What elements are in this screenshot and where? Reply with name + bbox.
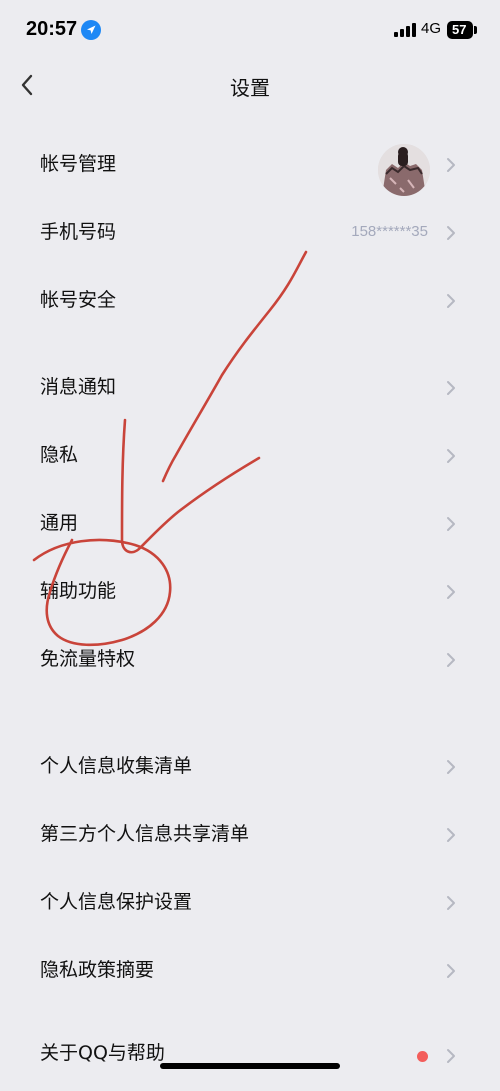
chevron-right-icon <box>447 517 455 531</box>
settings-group-account: 帐号管理 手机号码 158******35 帐号安全 <box>0 130 500 334</box>
chevron-right-icon <box>447 449 455 463</box>
status-time: 20:57 <box>26 18 78 40</box>
location-arrow-icon <box>81 20 101 40</box>
settings-group-general: 消息通知 隐私 通用 辅助功能 免流量特权 <box>0 353 500 693</box>
row-label: 第三方个人信息共享清单 <box>40 823 250 845</box>
row-accessibility[interactable]: 辅助功能 <box>0 557 500 625</box>
battery-cap <box>474 26 477 34</box>
phone-number-value: 158******35 <box>351 223 428 240</box>
network-type: 4G <box>421 20 442 37</box>
row-third-party-sharing[interactable]: 第三方个人信息共享清单 <box>0 800 500 868</box>
chevron-right-icon <box>447 896 455 910</box>
row-privacy[interactable]: 隐私 <box>0 421 500 489</box>
nav-bar: 设置 <box>0 60 500 110</box>
status-bar: 20:57 4G 57 <box>0 0 500 60</box>
chevron-right-icon <box>447 760 455 774</box>
row-label: 辅助功能 <box>40 580 117 602</box>
row-label: 个人信息保护设置 <box>40 891 193 913</box>
row-label: 隐私 <box>40 444 79 466</box>
battery-indicator: 57 <box>447 21 473 39</box>
row-phone-number[interactable]: 手机号码 158******35 <box>0 198 500 266</box>
settings-group-about: 关于QQ与帮助 <box>0 1023 500 1091</box>
settings-group-personal-info: 个人信息收集清单 第三方个人信息共享清单 个人信息保护设置 隐私政策摘要 <box>0 732 500 1004</box>
row-personal-info-list[interactable]: 个人信息收集清单 <box>0 732 500 800</box>
row-info-protection[interactable]: 个人信息保护设置 <box>0 868 500 936</box>
row-label: 隐私政策摘要 <box>40 959 155 981</box>
row-about-help[interactable]: 关于QQ与帮助 <box>0 1023 500 1091</box>
row-account-management[interactable]: 帐号管理 <box>0 130 500 198</box>
row-label: 帐号安全 <box>40 289 117 311</box>
row-account-security[interactable]: 帐号安全 <box>0 266 500 334</box>
row-label: 个人信息收集清单 <box>40 755 193 777</box>
notification-badge <box>417 1051 428 1062</box>
page-title: 设置 <box>230 76 270 100</box>
row-label: 通用 <box>40 512 79 534</box>
chevron-right-icon <box>447 226 455 240</box>
chevron-right-icon <box>447 585 455 599</box>
chevron-right-icon <box>447 294 455 308</box>
chevron-right-icon <box>447 653 455 667</box>
row-notifications[interactable]: 消息通知 <box>0 353 500 421</box>
row-data-free[interactable]: 免流量特权 <box>0 625 500 693</box>
chevron-right-icon <box>447 828 455 842</box>
row-privacy-summary[interactable]: 隐私政策摘要 <box>0 936 500 1004</box>
chevron-right-icon <box>447 1049 455 1063</box>
row-general[interactable]: 通用 <box>0 489 500 557</box>
row-label: 帐号管理 <box>40 153 117 175</box>
row-label: 关于QQ与帮助 <box>40 1042 165 1064</box>
row-label: 消息通知 <box>40 376 117 398</box>
row-label: 免流量特权 <box>40 648 136 670</box>
home-indicator <box>160 1063 340 1069</box>
avatar <box>378 144 430 196</box>
chevron-right-icon <box>447 158 455 172</box>
chevron-right-icon <box>447 381 455 395</box>
chevron-right-icon <box>447 964 455 978</box>
row-label: 手机号码 <box>40 221 117 243</box>
signal-icon <box>394 23 416 37</box>
